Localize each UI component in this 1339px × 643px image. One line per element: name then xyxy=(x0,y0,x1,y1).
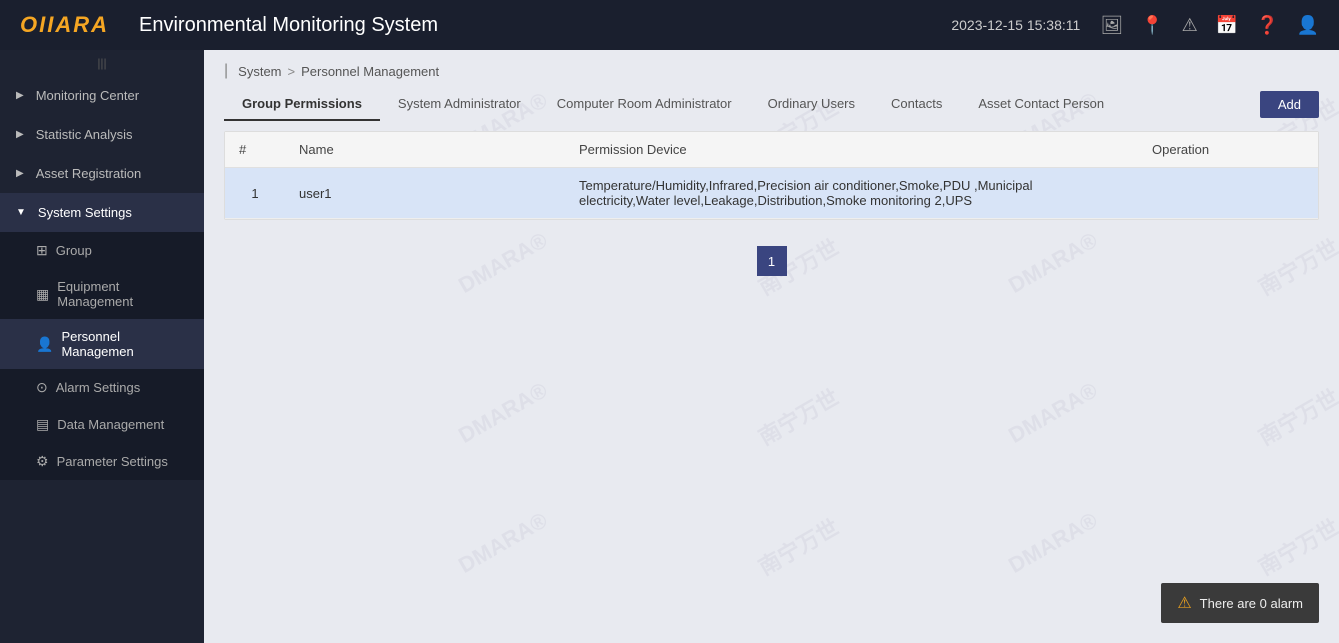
breadcrumb-current: Personnel Management xyxy=(301,64,439,79)
sidebar-sub-item-alarm-settings[interactable]: ⊙ Alarm Settings xyxy=(0,369,204,406)
page-btn-1[interactable]: 1 xyxy=(757,246,787,276)
watermark-text: 南宁万世 xyxy=(752,380,844,452)
watermark-text: 南宁万世 xyxy=(1252,510,1339,582)
alert-icon[interactable]: ⚠ xyxy=(1182,15,1198,36)
tab-group-permissions[interactable]: Group Permissions xyxy=(224,88,380,121)
main-layout: ||| ▶ Monitoring Center ▶ Statistic Anal… xyxy=(0,50,1339,643)
arrow-icon: ▼ xyxy=(16,207,26,218)
sidebar-item-statistic-analysis[interactable]: ▶ Statistic Analysis xyxy=(0,115,204,154)
table-header-row: # Name Permission Device Operation xyxy=(225,132,1318,168)
sidebar-sub-label: Personnel Managemen xyxy=(61,329,188,359)
header-icons: 🖼 📍 ⚠ 📅 ❓ 👤 xyxy=(1100,15,1319,36)
alarm-notice: ⚠ There are 0 alarm xyxy=(1161,583,1319,623)
content-area: DMARA® 南宁万世 DMARA® 南宁万世 DMARA® 南宁万世 DMAR… xyxy=(204,50,1339,643)
cell-operation xyxy=(1138,168,1318,219)
watermark-text: 南宁万世 xyxy=(1252,380,1339,452)
sidebar-submenu: ⊞ Group ▦ Equipment Management 👤 Personn… xyxy=(0,232,204,480)
location-icon[interactable]: 📍 xyxy=(1141,15,1163,36)
breadcrumb-separator: > xyxy=(288,64,296,79)
sidebar-sub-item-equipment-management[interactable]: ▦ Equipment Management xyxy=(0,269,204,319)
breadcrumb: | System > Personnel Management xyxy=(204,50,1339,88)
col-permission-device: Permission Device xyxy=(565,132,1138,168)
sidebar-sub-label: Group xyxy=(56,243,92,258)
alarm-text: There are 0 alarm xyxy=(1200,596,1303,611)
sidebar-sub-label: Alarm Settings xyxy=(56,380,141,395)
breadcrumb-system[interactable]: System xyxy=(238,64,281,79)
tab-bar: Group Permissions System Administrator C… xyxy=(204,88,1339,121)
equipment-icon: ▦ xyxy=(36,286,49,303)
pagination: 1 xyxy=(204,230,1339,292)
sidebar-sub-label: Parameter Settings xyxy=(57,454,168,469)
watermark-text: DMARA® xyxy=(454,377,552,449)
data-table: # Name Permission Device Operation 1 use… xyxy=(224,131,1319,220)
sidebar-sub-label: Data Management xyxy=(57,417,164,432)
sidebar-item-label: Monitoring Center xyxy=(36,88,139,103)
col-name: Name xyxy=(285,132,565,168)
sidebar-item-label: Asset Registration xyxy=(36,166,142,181)
parameter-settings-icon: ⚙ xyxy=(36,453,49,470)
sidebar-sub-item-personnel-management[interactable]: 👤 Personnel Managemen xyxy=(0,319,204,369)
breadcrumb-bar: | xyxy=(224,62,228,80)
sidebar-sub-label: Equipment Management xyxy=(57,279,188,309)
sidebar-item-monitoring-center[interactable]: ▶ Monitoring Center xyxy=(0,76,204,115)
tab-computer-room-administrator[interactable]: Computer Room Administrator xyxy=(539,88,750,121)
app-title: Environmental Monitoring System xyxy=(139,14,951,37)
logo: OIIARA xyxy=(20,12,109,38)
arrow-icon: ▶ xyxy=(16,90,24,101)
sidebar-drag-handle[interactable]: ||| xyxy=(0,50,204,76)
add-button[interactable]: Add xyxy=(1260,91,1319,118)
arrow-icon: ▶ xyxy=(16,129,24,140)
arrow-icon: ▶ xyxy=(16,168,24,179)
table-row[interactable]: 1 user1 Temperature/Humidity,Infrared,Pr… xyxy=(225,168,1318,219)
col-operation: Operation xyxy=(1138,132,1318,168)
sidebar-item-label: System Settings xyxy=(38,205,132,220)
personnel-icon: 👤 xyxy=(36,336,53,353)
tab-ordinary-users[interactable]: Ordinary Users xyxy=(750,88,873,121)
tab-contacts[interactable]: Contacts xyxy=(873,88,960,121)
tab-system-administrator[interactable]: System Administrator xyxy=(380,88,539,121)
watermark-text: DMARA® xyxy=(454,507,552,579)
header: OIIARA Environmental Monitoring System 2… xyxy=(0,0,1339,50)
col-num: # xyxy=(225,132,285,168)
sidebar-item-label: Statistic Analysis xyxy=(36,127,133,142)
user-icon[interactable]: 👤 xyxy=(1297,15,1319,36)
watermark-text: DMARA® xyxy=(1004,507,1102,579)
sidebar-sub-item-group[interactable]: ⊞ Group xyxy=(0,232,204,269)
watermark-text: DMARA® xyxy=(1004,377,1102,449)
cell-num: 1 xyxy=(225,168,285,219)
help-icon[interactable]: ❓ xyxy=(1256,15,1278,36)
alarm-triangle-icon: ⚠ xyxy=(1177,593,1191,613)
alarm-settings-icon: ⊙ xyxy=(36,379,48,396)
sidebar-sub-item-data-management[interactable]: ▤ Data Management xyxy=(0,406,204,443)
tab-asset-contact-person[interactable]: Asset Contact Person xyxy=(960,88,1122,121)
sidebar-item-system-settings[interactable]: ▼ System Settings xyxy=(0,193,204,232)
watermark-text: 南宁万世 xyxy=(752,510,844,582)
cell-permission-device: Temperature/Humidity,Infrared,Precision … xyxy=(565,168,1138,219)
data-management-icon: ▤ xyxy=(36,416,49,433)
sidebar-item-asset-registration[interactable]: ▶ Asset Registration xyxy=(0,154,204,193)
sidebar: ||| ▶ Monitoring Center ▶ Statistic Anal… xyxy=(0,50,204,643)
group-icon: ⊞ xyxy=(36,242,48,259)
calendar-icon[interactable]: 📅 xyxy=(1216,15,1238,36)
cell-name: user1 xyxy=(285,168,565,219)
sidebar-sub-item-parameter-settings[interactable]: ⚙ Parameter Settings xyxy=(0,443,204,480)
header-datetime: 2023-12-15 15:38:11 xyxy=(951,17,1080,33)
image-icon[interactable]: 🖼 xyxy=(1100,15,1123,36)
